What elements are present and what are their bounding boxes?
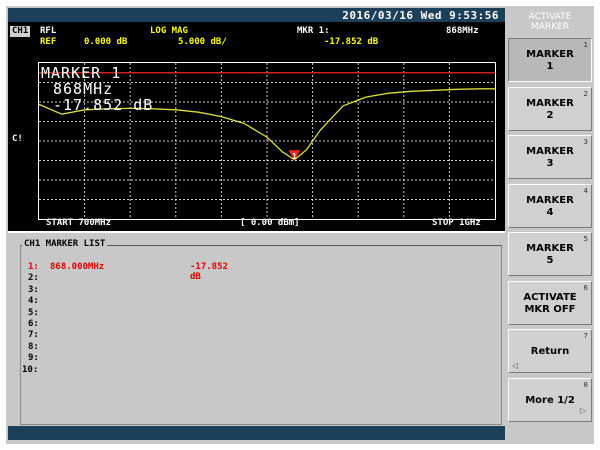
softkey-number: 6 [583,283,588,292]
softkey-number: 7 [583,332,588,340]
marker-row-index: 3: [28,284,39,295]
start-frequency: START 700MHz [46,218,112,228]
marker-row-index: 8: [28,341,39,352]
stop-frequency: STOP 1GHz [432,218,481,228]
softkey-number: 1 [583,41,588,49]
softkey-6[interactable]: ACTIVATE MKR OFF 6 [508,280,592,325]
softkey-8[interactable]: More 1/2 8 ▷ [508,377,592,422]
format-label: LOG MAG [150,26,188,36]
bottom-status-bar [8,426,505,440]
next-page-arrow-icon: ▷ [579,405,586,415]
marker-overlay-freq: 868MHz [53,80,114,98]
marker-overlay-value: -17.852 dB [53,96,154,114]
marker-row-index: 1: [28,262,39,272]
softkey-label: MARKER 1 [526,49,574,72]
side-label: C! [12,134,23,144]
softkey-label: MARKER 3 [526,146,574,169]
softkey-label: MARKER 2 [526,97,574,121]
channel-tag: CH1 [10,26,31,37]
softkey-label: MARKER 4 [526,194,574,218]
ref-value: 0.000 dB [84,37,128,47]
ref-label: REF [40,37,57,47]
marker-overlay-title: MARKER 1 [41,64,122,82]
softkey-7[interactable]: Return 7 ◁ [508,329,592,373]
marker-row-index: 6: [28,319,39,329]
marker-readout-value: -17.852 dB [324,37,379,47]
softkey-2[interactable]: MARKER 2 2 [508,86,592,131]
datetime: 2016/03/16 Wed 9:53:56 [342,9,499,22]
marker-list-title: CH1 MARKER LIST [22,239,108,249]
marker-list-box [20,245,502,425]
channel-1-panel[interactable]: CH1 RFL LOG MAG MKR 1: 868MHz REF 0.000 … [8,22,505,231]
back-arrow-icon: ◁ [512,361,519,370]
softkey-label: ACTIVATE MKR OFF [523,291,577,315]
softkey-panel: ACTIVATE MARKER MARKER 1 1 MARKER 2 2 MARKER… [506,6,594,444]
softkey-3[interactable]: MARKER 3 3 [508,135,592,179]
marker-row-index: 9: [28,353,39,364]
measurement-label: RFL [40,26,57,36]
marker-row-index: 4: [28,296,39,307]
top-status-bar: 2016/03/16 Wed 9:53:56 [8,8,505,22]
marker-readout-label: MKR 1: [297,26,330,36]
softkey-4[interactable]: MARKER 4 4 [508,183,592,228]
softkey-number: 5 [583,235,588,243]
marker-row-index: 2: [28,273,39,284]
marker-row-index: 5: [28,307,39,318]
softkey-number: 3 [583,138,588,146]
scale-value: 5.000 dB/ [178,37,227,47]
marker-row-value: -17.852 dB [190,262,228,282]
softkey-label: More 1/2 [525,394,575,406]
marker-row-index: 7: [28,330,39,341]
marker-row-index: 10: [22,364,39,375]
marker-readout-freq: 868MHz [446,26,479,36]
softkey-menu-title: ACTIVATE MARKER [508,8,592,34]
softkey-1[interactable]: MARKER 1 1 [508,38,592,82]
marker-list-panel: CH1 MARKER LIST 1: 868.000MHz -17.852 dB 2:… [8,231,505,428]
analyzer-screen: 2016/03/16 Wed 9:53:56 CH1 RFL LOG MAG M… [6,6,594,444]
softkey-number: 2 [583,89,588,98]
softkey-number: 8 [583,380,588,389]
marker-row-frequency: 868.000MHz [50,262,105,272]
marker-1-badge: 1 [292,152,297,161]
trace-plot[interactable]: 1 MARKER 1 868MHz -17.852 dB [38,62,496,220]
softkey-label: MARKER 5 [526,243,574,266]
softkey-5[interactable]: MARKER 5 5 [508,232,592,276]
source-power: [ 0.00 dBm] [240,218,300,228]
softkey-number: 4 [583,186,588,195]
softkey-label: Return [530,346,570,357]
